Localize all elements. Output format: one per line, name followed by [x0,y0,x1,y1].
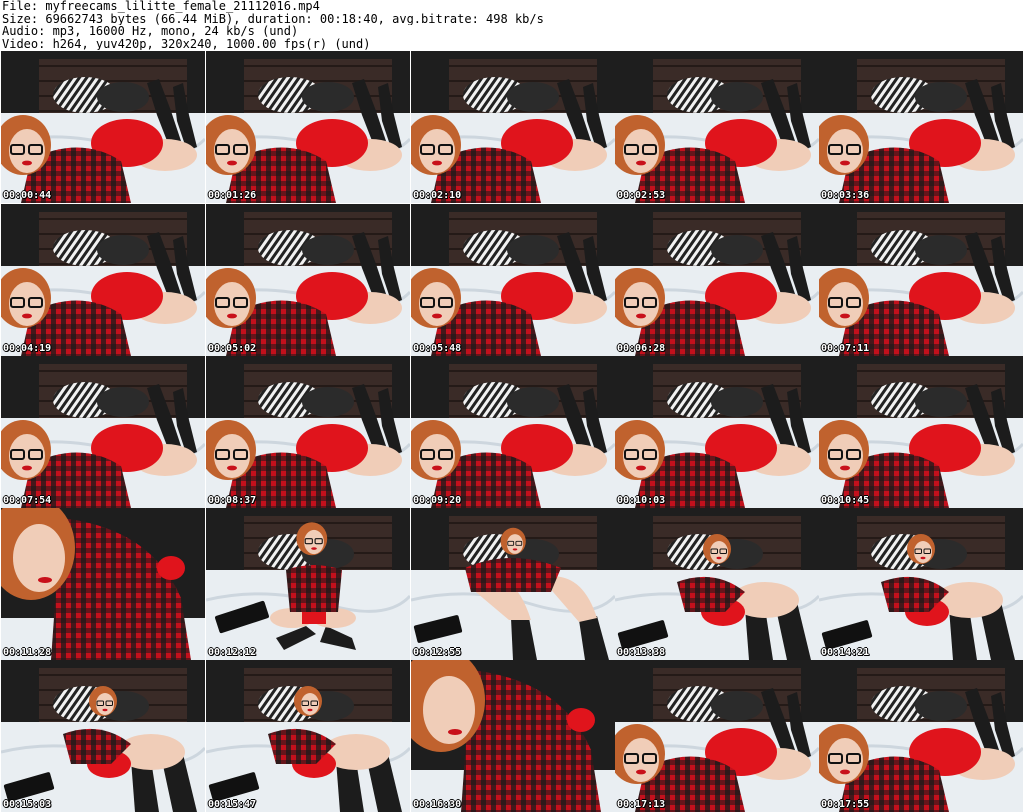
video-frame-thumbnail: 00:17:13 [615,660,819,812]
frame-image [411,508,615,660]
frame-timestamp: 00:17:55 [821,799,870,810]
video-frame-thumbnail: 00:06:28 [615,204,819,356]
frame-image [819,204,1023,356]
video-frame-thumbnail: 00:08:37 [206,356,410,508]
video-frame-thumbnail: 00:12:12 [206,508,410,660]
frame-timestamp: 00:16:30 [413,799,462,810]
frame-timestamp: 00:03:36 [821,190,870,201]
frame-timestamp: 00:10:03 [617,495,666,506]
frame-image [1,204,205,356]
video-frame-thumbnail: 00:09:20 [411,356,615,508]
video-frame-thumbnail: 00:05:48 [411,204,615,356]
video-frame-thumbnail: 00:05:02 [206,204,410,356]
frame-image [206,204,410,356]
frame-image [206,660,410,812]
thumbnail-grid: 00:00:44 00:01:26 00:02:10 00:02:53 00:03:36… [1,51,1023,812]
audio-info-line: Audio: mp3, 16000 Hz, mono, 24 kb/s (und… [2,25,299,38]
frame-timestamp: 00:10:45 [821,495,870,506]
frame-image [819,660,1023,812]
frame-timestamp: 00:08:37 [208,495,257,506]
video-frame-thumbnail: 00:15:03 [1,660,205,812]
frame-timestamp: 00:12:12 [208,647,257,658]
video-frame-thumbnail: 00:03:36 [819,51,1023,203]
video-frame-thumbnail: 00:12:55 [411,508,615,660]
frame-timestamp: 00:05:48 [413,343,462,354]
video-frame-thumbnail: 00:00:44 [1,51,205,203]
file-name-line: File: myfreecams_lilitte_female_21112016… [2,0,320,13]
frame-image [819,51,1023,203]
frame-image [206,508,410,660]
frame-image [819,508,1023,660]
frame-timestamp: 00:07:11 [821,343,870,354]
video-frame-thumbnail: 00:15:47 [206,660,410,812]
frame-image [615,51,819,203]
frame-image [1,660,205,812]
frame-timestamp: 00:15:03 [3,799,52,810]
video-frame-thumbnail: 00:14:21 [819,508,1023,660]
frame-image [1,508,205,660]
file-info-header: File: myfreecams_lilitte_female_21112016… [2,0,1022,50]
frame-timestamp: 00:02:10 [413,190,462,201]
video-frame-thumbnail: 00:01:26 [206,51,410,203]
frame-timestamp: 00:02:53 [617,190,666,201]
video-frame-thumbnail: 00:04:19 [1,204,205,356]
frame-image [411,51,615,203]
frame-image [615,204,819,356]
frame-timestamp: 00:12:55 [413,647,462,658]
frame-image [206,51,410,203]
video-info-line: Video: h264, yuv420p, 320x240, 1000.00 f… [2,37,371,51]
frame-image [615,508,819,660]
frame-image [615,660,819,812]
frame-timestamp: 00:17:13 [617,799,666,810]
video-frame-thumbnail: 00:07:11 [819,204,1023,356]
frame-image [819,356,1023,508]
frame-timestamp: 00:09:20 [413,495,462,506]
video-frame-thumbnail: 00:17:55 [819,660,1023,812]
frame-timestamp: 00:04:19 [3,343,52,354]
frame-timestamp: 00:13:38 [617,647,666,658]
frame-image [615,356,819,508]
video-frame-thumbnail: 00:13:38 [615,508,819,660]
frame-timestamp: 00:07:54 [3,495,52,506]
frame-image [411,660,615,812]
frame-image [411,204,615,356]
frame-timestamp: 00:01:26 [208,190,257,201]
frame-timestamp: 00:05:02 [208,343,257,354]
frame-timestamp: 00:06:28 [617,343,666,354]
video-frame-thumbnail: 00:02:53 [615,51,819,203]
frame-image [1,51,205,203]
frame-image [1,356,205,508]
frame-timestamp: 00:15:47 [208,799,257,810]
video-frame-thumbnail: 00:10:03 [615,356,819,508]
video-frame-thumbnail: 00:02:10 [411,51,615,203]
file-size-line: Size: 69662743 bytes (66.44 MiB), durati… [2,12,544,26]
frame-image [411,356,615,508]
video-frame-thumbnail: 00:07:54 [1,356,205,508]
frame-timestamp: 00:00:44 [3,190,52,201]
frame-image [206,356,410,508]
video-frame-thumbnail: 00:10:45 [819,356,1023,508]
video-frame-thumbnail: 00:16:30 [411,660,615,812]
video-frame-thumbnail: 00:11:28 [1,508,205,660]
frame-timestamp: 00:11:28 [3,647,52,658]
frame-timestamp: 00:14:21 [821,647,870,658]
